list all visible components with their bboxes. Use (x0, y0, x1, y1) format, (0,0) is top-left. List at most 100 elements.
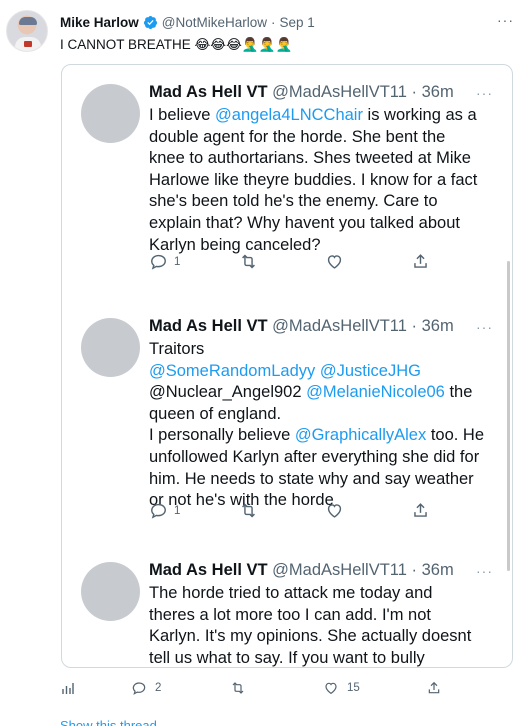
text-segment: Traitors (149, 340, 205, 358)
author-name[interactable]: Mad As Hell VT (149, 83, 268, 101)
reply-text: Traitors @SomeRandomLadyy @JusticeJHG @Nuc… (149, 339, 494, 512)
text-line: Traitors (149, 339, 494, 361)
text-line: him. He needs to state why and say weath… (149, 469, 494, 491)
avatar[interactable] (81, 84, 140, 143)
text-line: queen of england. (149, 404, 494, 426)
reply-button[interactable]: 1 (149, 252, 180, 271)
mention-link[interactable]: @GraphicallyAlex (295, 426, 426, 444)
retweet-button[interactable] (239, 252, 258, 271)
reply-header: Mad As Hell VT @MadAsHellVT11 · 36m (149, 83, 454, 102)
text-line: double agent for the horde. She bent the (149, 127, 494, 149)
text-line: I personally believe @GraphicallyAlex to… (149, 425, 494, 447)
text-segment: him. He needs to state why and say weath… (149, 469, 474, 488)
share-icon (414, 503, 427, 517)
separator-dot: · (406, 561, 422, 579)
text-line: tell us what to say. If you want to bull… (149, 648, 494, 667)
avatar[interactable] (81, 562, 140, 621)
retweet-icon (232, 682, 244, 694)
author-handle[interactable]: @MadAsHellVT11 (272, 317, 407, 335)
text-segment: The horde tried to attack me today and (149, 584, 433, 602)
like-button[interactable]: 15 (323, 680, 360, 696)
separator-dot: · (406, 83, 422, 101)
tweet-text: I CANNOT BREATHE 😂😂😂🤦‍♂️🤦‍♂️🤦‍♂️ (60, 37, 293, 52)
reply-button[interactable]: 2 (131, 680, 161, 696)
text-line: Karlyn. It's my opinions. She actually d… (149, 626, 494, 648)
text-segment: queen of england. (149, 404, 282, 423)
reply-button[interactable]: 1 (149, 501, 180, 520)
text-segment: Harlowe like theyre buddies. I know for … (149, 170, 478, 189)
share-button[interactable] (426, 680, 442, 696)
show-thread-link[interactable]: Show this thread (60, 719, 157, 726)
text-segment: too. He (426, 426, 485, 445)
text-segment: I believe (149, 106, 216, 124)
text-segment: explain that? Why havent you talked abou… (149, 213, 460, 232)
mention-link[interactable]: @MelanieNicole06 (306, 383, 445, 401)
like-count: 15 (347, 682, 360, 694)
reply-icon (151, 254, 166, 270)
reply-count: 1 (174, 255, 181, 268)
author-name[interactable]: Mad As Hell VT (149, 561, 268, 579)
like-button[interactable] (325, 252, 344, 271)
more-options-icon[interactable]: ··· (476, 85, 493, 101)
more-options-icon[interactable]: ··· (476, 319, 493, 335)
avatar[interactable] (6, 10, 48, 52)
text-line: unfollowed Karlyn after everything she d… (149, 447, 494, 469)
author-name[interactable]: Mad As Hell VT (149, 317, 268, 335)
text-line: @Nuclear_Angel902 @MelanieNicole06 the (149, 382, 494, 404)
reply-time[interactable]: 36m (422, 83, 454, 101)
scrollbar[interactable] (507, 261, 510, 571)
text-segment: @Nuclear_Angel902 (149, 383, 307, 402)
tweet-date[interactable]: Sep 1 (280, 15, 315, 30)
tweet: Mike Harlow @NotMikeHarlow · Sep 1 ··· I… (0, 0, 527, 726)
text-segment: I personally believe (149, 426, 295, 445)
share-button[interactable] (411, 501, 430, 520)
retweet-icon (242, 503, 255, 518)
heart-icon (327, 255, 342, 269)
retweet-button[interactable] (239, 501, 258, 520)
mention-link[interactable]: @SomeRandomLadyy (149, 362, 315, 380)
text-line: explain that? Why havent you talked abou… (149, 213, 494, 235)
separator-dot: · (271, 15, 276, 30)
reply-actions: 1 (149, 252, 479, 272)
text-segment: she's been told he's the enemy. Care to (149, 192, 438, 211)
heart-icon (325, 682, 337, 695)
author-handle[interactable]: @NotMikeHarlow (162, 15, 267, 30)
avatar-hat (19, 17, 37, 25)
verified-badge-icon (143, 15, 157, 30)
tweet-header: Mike Harlow @NotMikeHarlow · Sep 1 (60, 15, 315, 30)
reply-text: I believe @angela4LNCChair is working as… (149, 105, 494, 256)
text-segment: double agent for the horde. She bent the (149, 127, 446, 146)
analytics-button[interactable] (60, 680, 76, 696)
separator-dot: · (406, 317, 422, 335)
text-line: theres a lot more too I can add. I'm not (149, 605, 494, 627)
text-segment: knee to authortarians. Shes tweeted at M… (149, 149, 471, 168)
author-name[interactable]: Mike Harlow (60, 15, 139, 30)
text-segment: unfollowed Karlyn after everything she d… (149, 447, 480, 466)
reply-header: Mad As Hell VT @MadAsHellVT11 · 36m (149, 561, 454, 580)
quoted-screenshot[interactable]: Mad As Hell VT @MadAsHellVT11 · 36m ··· I … (61, 64, 513, 668)
mention-link[interactable]: @angela4LNCChair (215, 106, 363, 124)
author-handle[interactable]: @MadAsHellVT11 (272, 561, 407, 579)
heart-icon (327, 504, 342, 518)
text-segment: tell us what to say. If you want to bull… (149, 648, 425, 667)
tweet-actions: 2 15 (0, 680, 527, 702)
share-icon (428, 681, 440, 694)
mention-link[interactable]: @JusticeJHG (320, 362, 421, 380)
more-options-icon[interactable]: ··· (497, 12, 514, 28)
analytics-icon (62, 683, 74, 694)
reply-count: 2 (155, 682, 162, 694)
text-line: The horde tried to attack me today and (149, 583, 494, 605)
retweet-button[interactable] (230, 680, 246, 696)
reply-time[interactable]: 36m (422, 317, 454, 335)
more-options-icon[interactable]: ··· (476, 563, 493, 579)
avatar[interactable] (81, 318, 140, 377)
reply-time[interactable]: 36m (422, 561, 454, 579)
author-handle[interactable]: @MadAsHellVT11 (272, 83, 407, 101)
share-button[interactable] (411, 252, 430, 271)
like-button[interactable] (325, 501, 344, 520)
reply-icon (151, 503, 166, 519)
text-line: she's been told he's the enemy. Care to (149, 191, 494, 213)
reply-header: Mad As Hell VT @MadAsHellVT11 · 36m (149, 317, 454, 336)
reply-icon (132, 682, 146, 695)
text-segment: is working as a (362, 106, 477, 124)
